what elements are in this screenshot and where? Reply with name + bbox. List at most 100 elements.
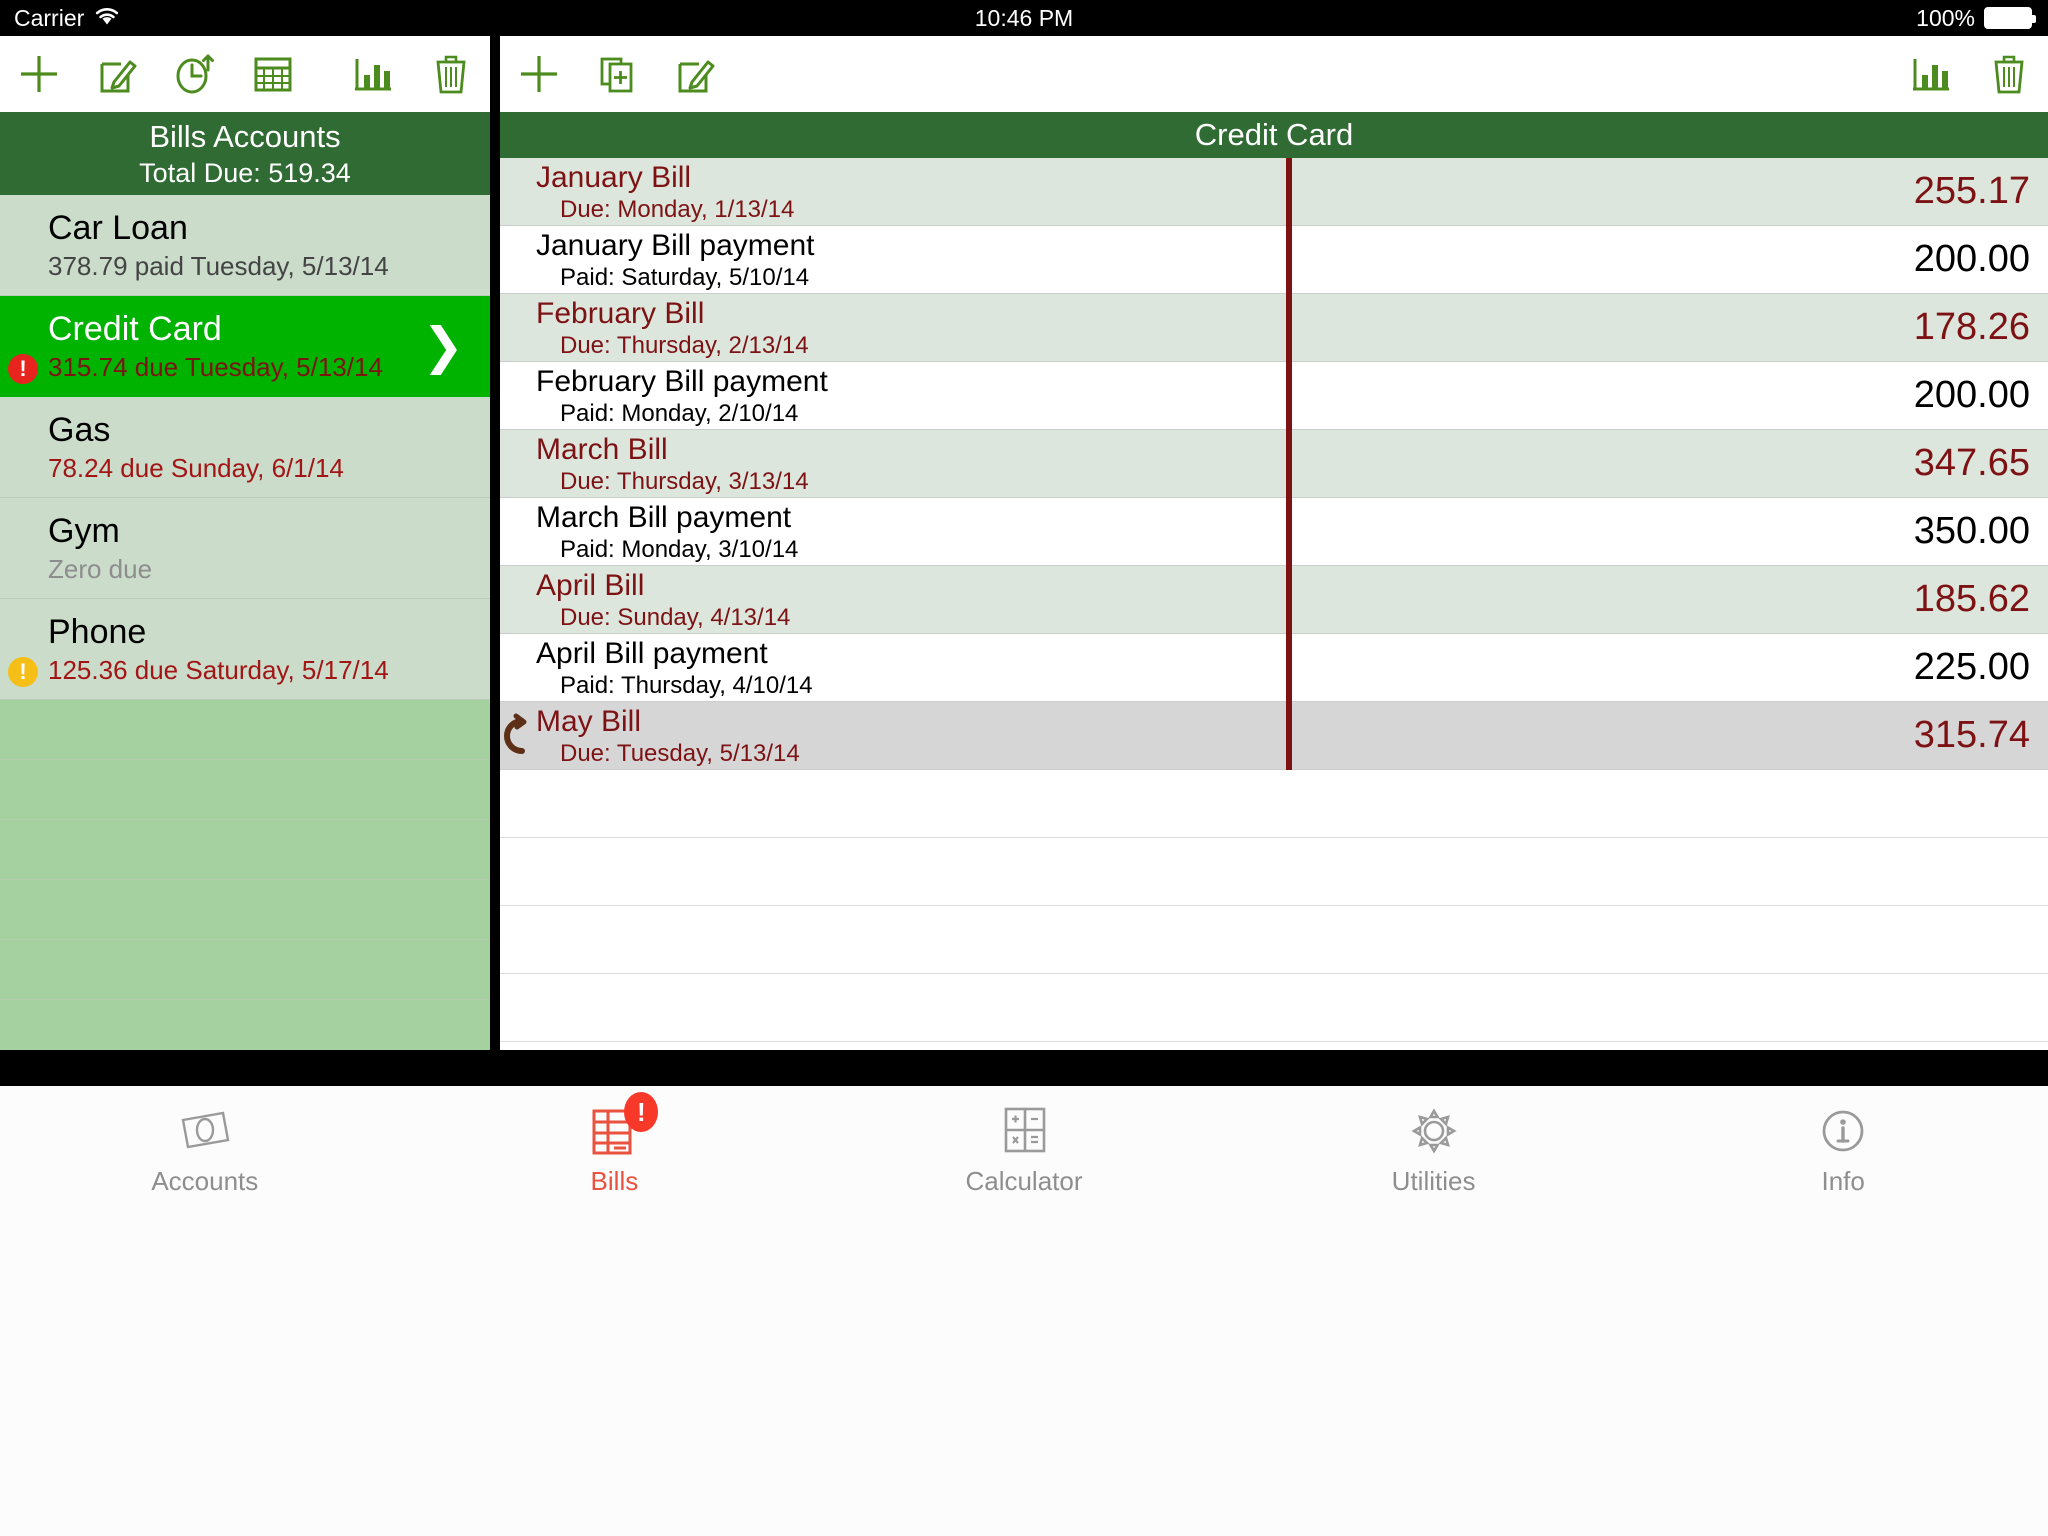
- account-detail: 125.36 due Saturday, 5/17/14: [48, 655, 389, 685]
- duplicate-bill-button[interactable]: [578, 36, 656, 112]
- bill-date: Due: Thursday, 2/13/14: [560, 331, 809, 359]
- bill-title: January Bill payment: [536, 228, 815, 262]
- bills-chart-button[interactable]: [1892, 36, 1970, 112]
- empty-list-row: [0, 760, 490, 820]
- tab-list: Accounts ! Bills Calculator Utilities Info: [0, 1086, 2048, 1197]
- app-root: Carrier 10:46 PM 100% Bills Accounts Tot…: [0, 0, 2048, 1536]
- tab-bar: Accounts ! Bills Calculator Utilities Info: [0, 1086, 2048, 1536]
- tab-accounts[interactable]: Accounts: [0, 1102, 410, 1197]
- bill-row[interactable]: April Bill payment Paid: Thursday, 4/10/1…: [500, 634, 2048, 702]
- add-account-button[interactable]: [0, 36, 78, 112]
- bills-toolbar-right-group: [1892, 36, 2048, 112]
- bills-header-title: Credit Card: [1194, 117, 1354, 152]
- info-icon: [1813, 1102, 1873, 1160]
- empty-list-row: [0, 940, 490, 1000]
- edit-account-button[interactable]: [78, 36, 156, 112]
- bill-amount: 347.65: [1913, 442, 2030, 484]
- bill-row-main: January Bill payment Paid: Saturday, 5/10…: [500, 226, 1786, 293]
- bill-row-main: February Bill payment Paid: Monday, 2/10/…: [500, 362, 1786, 429]
- tab-calculator[interactable]: Calculator: [819, 1102, 1229, 1197]
- account-row[interactable]: ! Phone 125.36 due Saturday, 5/17/14: [0, 599, 490, 700]
- add-bill-button[interactable]: [500, 36, 578, 112]
- bills-table: January Bill Due: Monday, 1/13/14 255.17 Ja…: [500, 158, 2048, 1050]
- history-button[interactable]: [156, 36, 234, 112]
- accounts-toolbar-right-group: [334, 36, 490, 112]
- status-bar-right: 100%: [1916, 4, 2036, 32]
- calculator-icon: [994, 1102, 1054, 1160]
- accounts-header: Bills Accounts Total Due: 519.34: [0, 112, 490, 195]
- bill-date: Paid: Monday, 3/10/14: [560, 535, 799, 563]
- bill-row[interactable]: March Bill payment Paid: Monday, 3/10/14 3…: [500, 498, 2048, 566]
- accounts-toolbar: [0, 36, 490, 112]
- bottom-black-gap: [0, 1050, 2048, 1086]
- bill-row[interactable]: May Bill Due: Tuesday, 5/13/14 315.74: [500, 702, 2048, 770]
- bill-title: March Bill payment: [536, 500, 792, 534]
- chevron-right-icon: ❯: [422, 318, 464, 374]
- bill-title: February Bill payment: [536, 364, 828, 398]
- bill-row-main: April Bill payment Paid: Thursday, 4/10/1…: [500, 634, 1786, 701]
- accounts-pane: Bills Accounts Total Due: 519.34 Car Loa…: [0, 36, 490, 1050]
- bill-row[interactable]: March Bill Due: Thursday, 3/13/14 347.65: [500, 430, 2048, 498]
- tab-info[interactable]: Info: [1638, 1102, 2048, 1197]
- empty-bill-row: [500, 974, 2048, 1042]
- pane-divider: [490, 36, 500, 1050]
- edit-bill-button[interactable]: [656, 36, 734, 112]
- bill-title: March Bill: [536, 432, 668, 466]
- empty-bill-row: [500, 770, 2048, 838]
- bill-title: May Bill: [536, 704, 642, 738]
- bills-header: Credit Card: [500, 112, 2048, 158]
- account-row[interactable]: Gas 78.24 due Sunday, 6/1/14: [0, 397, 490, 498]
- bill-title: February Bill: [536, 296, 705, 330]
- bill-amount: 350.00: [1913, 510, 2030, 552]
- account-detail: 378.79 paid Tuesday, 5/13/14: [48, 251, 389, 281]
- account-name: Gym: [48, 512, 120, 550]
- accounts-toolbar-left-group: [0, 36, 312, 112]
- bill-amount: 185.62: [1913, 578, 2030, 620]
- tab-label: Accounts: [151, 1166, 259, 1196]
- bill-row-main: April Bill Due: Sunday, 4/13/14: [500, 566, 1786, 633]
- account-name: Phone: [48, 613, 147, 651]
- bill-amount: 200.00: [1913, 374, 2030, 416]
- account-row[interactable]: Gym Zero due: [0, 498, 490, 599]
- bill-row[interactable]: April Bill Due: Sunday, 4/13/14 185.62: [500, 566, 2048, 634]
- tab-utilities[interactable]: Utilities: [1229, 1102, 1639, 1197]
- empty-bill-row: [500, 906, 2048, 974]
- account-detail: 78.24 due Sunday, 6/1/14: [48, 453, 344, 483]
- account-row[interactable]: Car Loan 378.79 paid Tuesday, 5/13/14: [0, 195, 490, 296]
- bill-row[interactable]: February Bill Due: Thursday, 2/13/14 178.2…: [500, 294, 2048, 362]
- tab-label: Utilities: [1391, 1166, 1476, 1196]
- bills-toolbar: [500, 36, 2048, 112]
- bill-row-main: March Bill payment Paid: Monday, 3/10/14: [500, 498, 1786, 565]
- accounts-header-title: Bills Accounts: [149, 118, 341, 154]
- bill-title: April Bill: [536, 568, 645, 602]
- accounts-trash-button[interactable]: [412, 36, 490, 112]
- gear-icon: [1404, 1102, 1464, 1160]
- money-icon: [175, 1102, 235, 1160]
- bill-row[interactable]: February Bill payment Paid: Monday, 2/10/…: [500, 362, 2048, 430]
- bill-row[interactable]: January Bill Due: Monday, 1/13/14 255.17: [500, 158, 2048, 226]
- bills-trash-button[interactable]: [1970, 36, 2048, 112]
- bill-amount: 225.00: [1913, 646, 2030, 688]
- bill-row-main: March Bill Due: Thursday, 3/13/14: [500, 430, 1786, 497]
- bill-amount: 200.00: [1913, 238, 2030, 280]
- bill-date: Due: Monday, 1/13/14: [560, 195, 795, 223]
- empty-list-row: [0, 820, 490, 880]
- account-name: Gas: [48, 411, 111, 449]
- tab-bills[interactable]: ! Bills: [410, 1092, 820, 1197]
- bill-amount: 178.26: [1913, 306, 2030, 348]
- accounts-chart-button[interactable]: [334, 36, 412, 112]
- tab-alert-badge: !: [624, 1092, 659, 1132]
- account-name: Car Loan: [48, 209, 188, 247]
- battery-icon: [1984, 7, 2036, 29]
- amount-column-separator: [1286, 158, 1292, 770]
- account-row[interactable]: ! Credit Card 315.74 due Tuesday, 5/13/14 ❯: [0, 296, 490, 397]
- status-bar: Carrier 10:46 PM 100%: [0, 0, 2048, 36]
- bill-date: Paid: Monday, 2/10/14: [560, 399, 799, 427]
- bill-amount: 315.74: [1913, 714, 2030, 756]
- battery-percent-label: 100%: [1916, 4, 1975, 31]
- status-bar-time: 10:46 PM: [974, 4, 1074, 31]
- bill-title: January Bill: [536, 160, 692, 194]
- calendar-button[interactable]: [234, 36, 312, 112]
- bills-pane: Credit Card January Bill Due: Monday, 1/1…: [500, 36, 2048, 1050]
- bill-row[interactable]: January Bill payment Paid: Saturday, 5/10…: [500, 226, 2048, 294]
